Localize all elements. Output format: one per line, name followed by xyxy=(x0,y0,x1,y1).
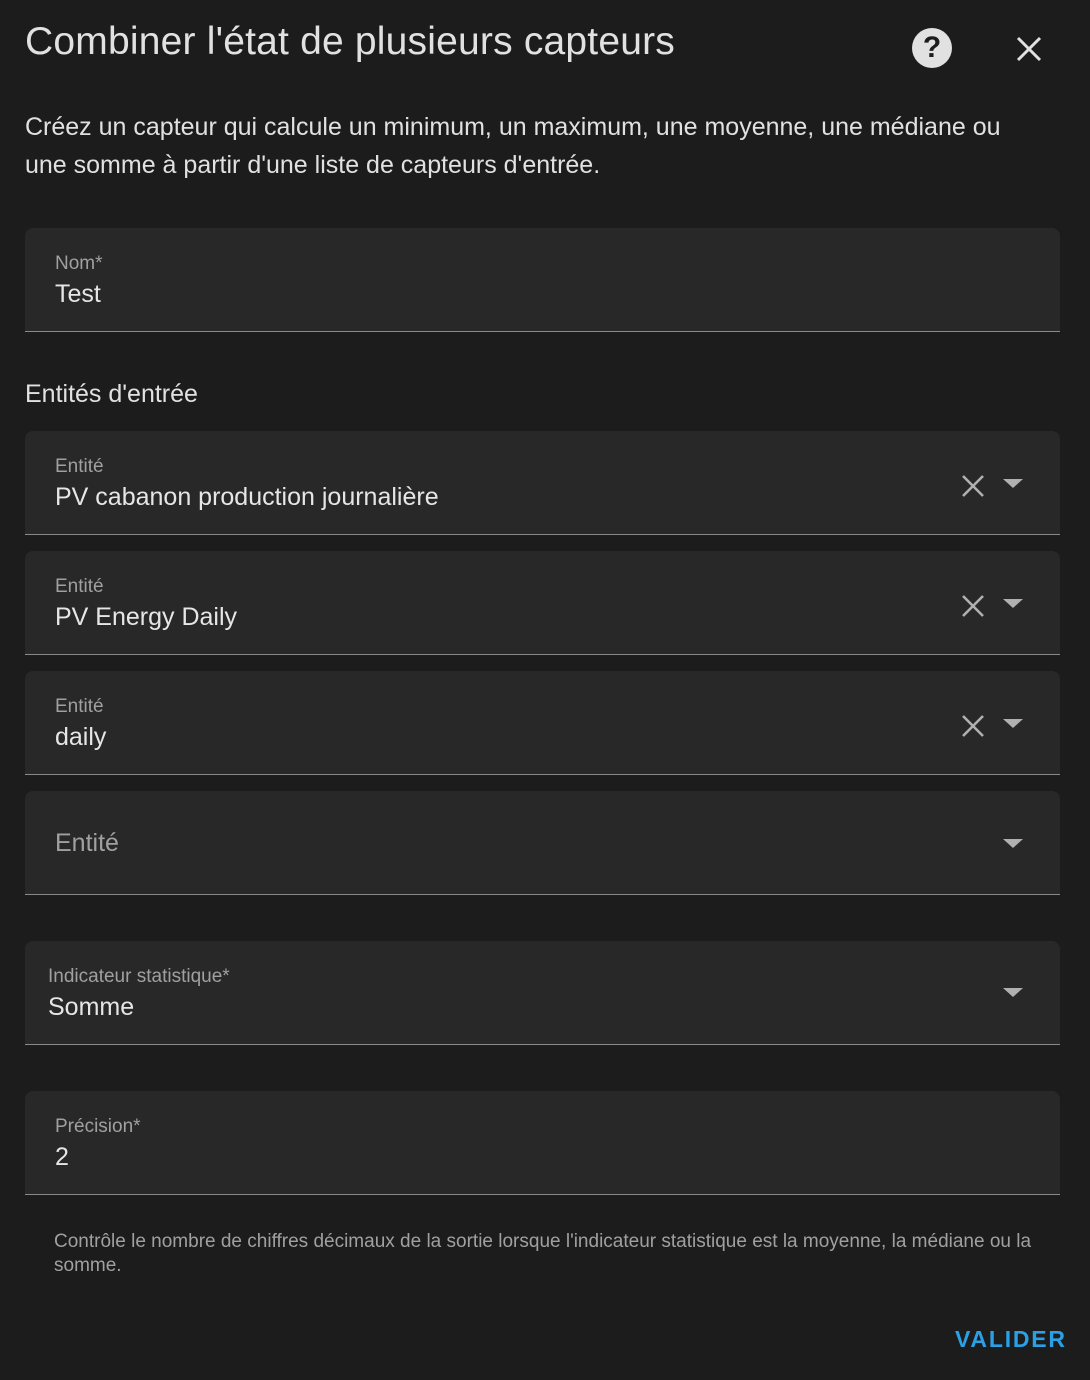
help-icon[interactable]: ? xyxy=(912,28,952,68)
name-field[interactable]: Nom* Test xyxy=(25,228,1060,332)
entity-picker[interactable]: Entité PV cabanon production journalière xyxy=(25,431,1060,535)
precision-field[interactable]: Précision* 2 xyxy=(25,1091,1060,1195)
submit-button[interactable]: VALIDER xyxy=(955,1326,1067,1353)
entity-label: Entité xyxy=(55,456,104,477)
clear-icon[interactable] xyxy=(958,591,988,621)
entity-picker[interactable]: Entité daily xyxy=(25,671,1060,775)
entity-picker[interactable]: Entité PV Energy Daily xyxy=(25,551,1060,655)
chevron-down-icon[interactable] xyxy=(1003,479,1023,488)
entity-value: PV cabanon production journalière xyxy=(55,483,439,511)
entity-label: Entité xyxy=(55,576,104,597)
statistic-label: Indicateur statistique* xyxy=(48,966,230,987)
dialog-title: Combiner l'état de plusieurs capteurs xyxy=(25,20,676,63)
name-field-label: Nom* xyxy=(55,253,103,274)
chevron-down-icon[interactable] xyxy=(1003,719,1023,728)
chevron-down-icon[interactable] xyxy=(1003,839,1023,848)
close-icon[interactable] xyxy=(1010,30,1048,68)
config-dialog: Combiner l'état de plusieurs capteurs ? … xyxy=(0,0,1090,1380)
clear-icon[interactable] xyxy=(958,711,988,741)
precision-helper-text: Contrôle le nombre de chiffres décimaux … xyxy=(54,1231,1032,1276)
entity-value: daily xyxy=(55,723,107,751)
clear-icon[interactable] xyxy=(958,471,988,501)
entities-section-title: Entités d'entrée xyxy=(25,380,198,408)
statistic-select[interactable]: Indicateur statistique* Somme xyxy=(25,941,1060,1045)
entity-picker-empty[interactable]: Entité xyxy=(25,791,1060,895)
statistic-value: Somme xyxy=(48,993,135,1021)
dialog-description: Créez un capteur qui calcule un minimum,… xyxy=(25,113,1001,179)
entity-label: Entité xyxy=(55,696,104,717)
precision-value: 2 xyxy=(55,1143,69,1171)
entity-placeholder-label: Entité xyxy=(55,829,119,857)
entity-value: PV Energy Daily xyxy=(55,603,238,631)
chevron-down-icon[interactable] xyxy=(1003,988,1023,997)
name-field-value: Test xyxy=(55,280,101,308)
chevron-down-icon[interactable] xyxy=(1003,599,1023,608)
precision-label: Précision* xyxy=(55,1116,141,1137)
